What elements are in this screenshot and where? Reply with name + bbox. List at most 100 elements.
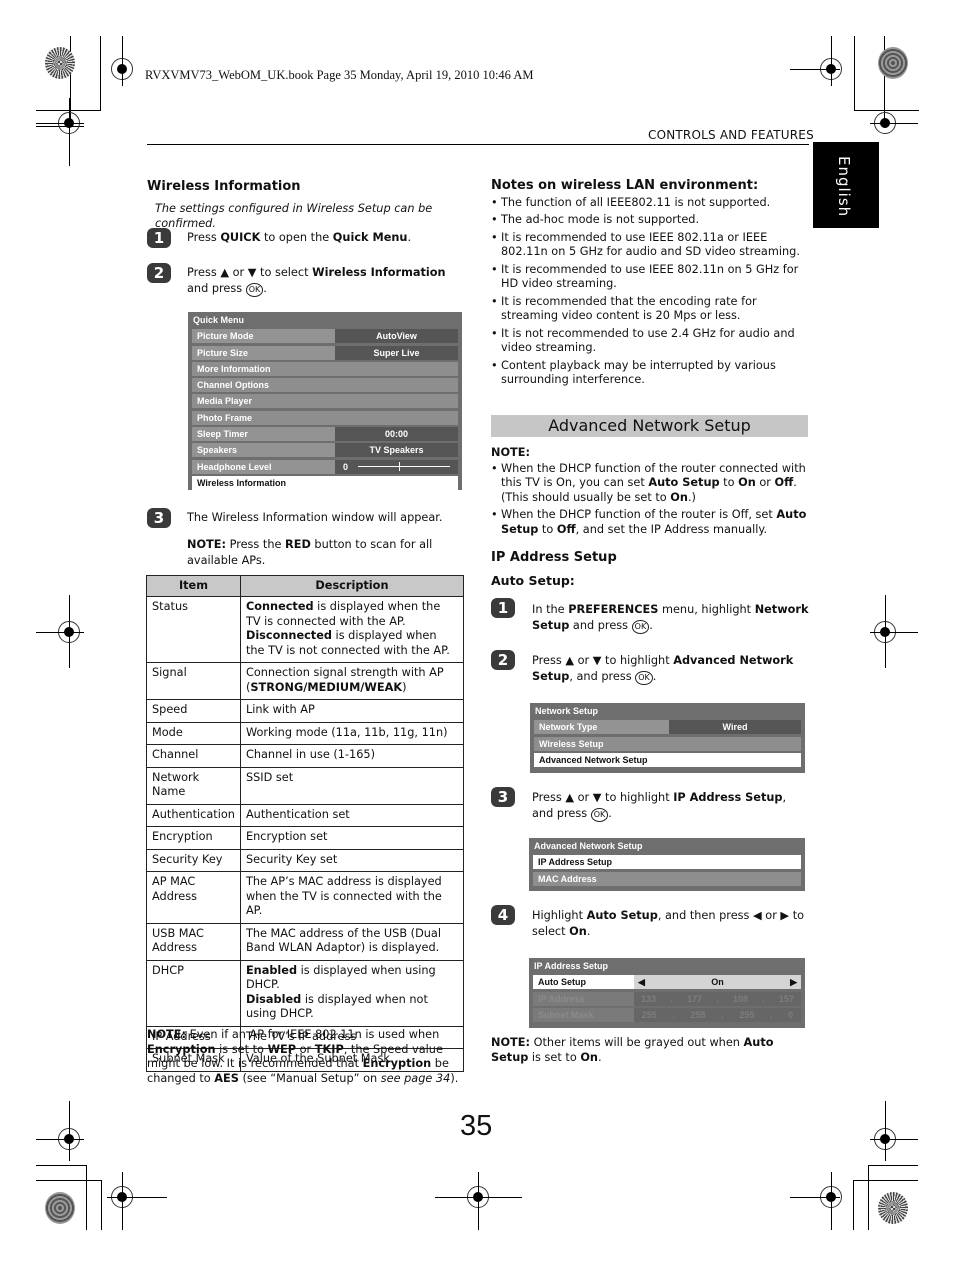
menu-row-auto-setup[interactable]: Auto Setup ◀ On ▶ (533, 975, 801, 990)
subnet-mask-value: 255. 255. 255. 0 (634, 1007, 801, 1022)
registration-disc-icon (45, 47, 75, 79)
menu-row-mac-address[interactable]: MAC Address (533, 871, 801, 886)
step-badge: 1 (147, 228, 171, 248)
description-cell: Security Key set (239, 848, 465, 872)
list-item: It is not recommended to use 2.4 GHz for… (491, 327, 809, 356)
advanced-network-menu-title: Advanced Network Setup (534, 841, 643, 851)
menu-row-photo-frame[interactable]: Photo Frame (192, 410, 458, 425)
table-row: Security Key Security Key set (146, 848, 465, 872)
ip-address-value: 133. 177. 108. 157 (634, 991, 801, 1006)
auto-setup-selector[interactable]: ◀ On ▶ (634, 975, 801, 990)
advanced-network-setup-banner: Advanced Network Setup (491, 415, 808, 437)
item-cell: AP MAC Address (146, 871, 241, 924)
menu-row-sleep-timer[interactable]: Sleep Timer 00:00 (192, 427, 458, 442)
description-cell: Link with AP (239, 699, 465, 723)
list-item: When the DHCP function of the router con… (491, 462, 809, 506)
crop-mark (69, 1101, 70, 1161)
table-row: Encryption Encryption set (146, 826, 465, 850)
description-cell: Authentication set (239, 803, 465, 827)
description-cell: The AP’s MAC address is displayed when t… (239, 871, 465, 924)
ip-address-setup-heading: IP Address Setup (491, 550, 617, 565)
crop-mark (854, 110, 919, 111)
item-cell: Speed (146, 699, 241, 723)
list-item: It is recommended that the encoding rate… (491, 295, 809, 324)
menu-row-channel-options[interactable]: Channel Options (192, 378, 458, 393)
crop-mark (854, 36, 855, 111)
step-2-text: Press ▲ or ▼ to select Wireless Informat… (187, 266, 446, 297)
item-cell: Network Name (146, 766, 241, 805)
lan-notes-list: The function of all IEEE802.11 is not su… (491, 196, 809, 388)
menu-row-more-information[interactable]: More Information (192, 361, 458, 376)
menu-row-wireless-information[interactable]: Wireless Information (192, 475, 458, 490)
table-row: Authentication Authentication set (146, 803, 465, 827)
auto-setup-value: On (711, 977, 724, 988)
menu-row-ip-address-setup[interactable]: IP Address Setup (533, 855, 801, 870)
crop-mark (36, 1139, 84, 1140)
description-cell: The MAC address of the USB (Dual Band WL… (239, 922, 465, 961)
crop-mark (86, 1165, 87, 1230)
crop-mark (831, 36, 832, 86)
headphone-level-slider[interactable]: 0 (335, 459, 458, 474)
table-row: DHCP Enabled is displayed when using DHCP… (146, 959, 465, 1027)
crop-mark (853, 1180, 918, 1181)
description-cell: Encryption set (239, 826, 465, 850)
col-header-description: Description (239, 575, 465, 597)
wireless-info-intro: The settings configured in Wireless Setu… (155, 202, 433, 230)
list-item: When the DHCP function of the router is … (491, 508, 809, 537)
description-cell: SSID set (239, 766, 465, 805)
page-number: 35 (460, 1110, 493, 1142)
ok-button-icon: OK (631, 620, 650, 634)
step-badge: 3 (147, 508, 171, 528)
section-tag: CONTROLS AND FEATURES (648, 128, 814, 142)
arrow-right-icon[interactable]: ▶ (790, 975, 797, 989)
ok-button-icon: OK (635, 671, 653, 685)
menu-row-wireless-setup[interactable]: Wireless Setup (534, 736, 801, 751)
item-cell: Security Key (146, 848, 241, 872)
description-cell: Connection signal strength with AP (STRO… (239, 662, 465, 700)
description-cell: Channel in use (1-165) (239, 744, 465, 768)
ok-button-icon: OK (590, 808, 609, 822)
menu-row-picture-size[interactable]: Picture Size Super Live (192, 345, 458, 360)
crop-mark (885, 1101, 886, 1161)
menu-row-picture-mode[interactable]: Picture Mode AutoView (192, 329, 458, 344)
description-cell: Connected is displayed when the TV is co… (239, 596, 465, 663)
step-badge: 1 (491, 598, 515, 618)
table-row: Status Connected is displayed when the TV… (146, 596, 465, 663)
menu-row-advanced-network-setup[interactable]: Advanced Network Setup (534, 752, 801, 767)
language-tab: English (813, 142, 879, 228)
print-header: RVXVMV73_WebOM_UK.book Page 35 Monday, A… (145, 68, 534, 82)
arrow-left-icon[interactable]: ◀ (638, 975, 645, 989)
table-row: Signal Connection signal strength with AP… (146, 662, 465, 700)
item-cell: Channel (146, 744, 241, 768)
crop-mark (870, 632, 918, 633)
ok-button-icon: OK (245, 283, 264, 297)
ip-address-setup-menu-title: IP Address Setup (534, 961, 609, 971)
adv-step-3-text: Press ▲ or ▼ to highlight IP Address Set… (532, 791, 787, 822)
crop-mark (36, 123, 84, 124)
quick-menu: Quick Menu Picture Mode AutoView Picture … (188, 312, 462, 490)
ip-address-setup-menu: IP Address Setup Auto Setup ◀ On ▶ IP Ad… (529, 958, 805, 1028)
registration-disc-icon (45, 1192, 75, 1224)
menu-row-headphone-level[interactable]: Headphone Level 0 (192, 459, 458, 474)
crop-mark (853, 1180, 854, 1230)
crop-mark (100, 36, 101, 111)
crop-mark (790, 1197, 840, 1198)
auto-setup-note: NOTE: Other items will be grayed out whe… (491, 1036, 774, 1064)
crop-mark (831, 1172, 832, 1230)
adv-step-1-text: In the PREFERENCES menu, highlight Netwo… (532, 603, 809, 634)
advanced-notes-list: When the DHCP function of the router con… (491, 462, 809, 538)
crop-mark (69, 98, 70, 166)
network-setup-menu-title: Network Setup (535, 706, 599, 716)
menu-row-network-type[interactable]: Network Type Wired (534, 720, 801, 735)
auto-setup-heading: Auto Setup: (491, 572, 575, 588)
crop-mark (101, 1180, 102, 1230)
menu-row-speakers[interactable]: Speakers TV Speakers (192, 443, 458, 458)
item-cell: Encryption (146, 826, 241, 850)
list-item: The function of all IEEE802.11 is not su… (491, 196, 809, 211)
item-cell: DHCP (146, 959, 241, 1027)
list-item: Content playback may be interrupted by v… (491, 359, 809, 388)
menu-row-media-player[interactable]: Media Player (192, 394, 458, 409)
step-badge: 4 (491, 905, 515, 925)
adv-step-2-text: Press ▲ or ▼ to highlight Advanced Netwo… (532, 654, 794, 685)
header-rule (147, 144, 809, 145)
